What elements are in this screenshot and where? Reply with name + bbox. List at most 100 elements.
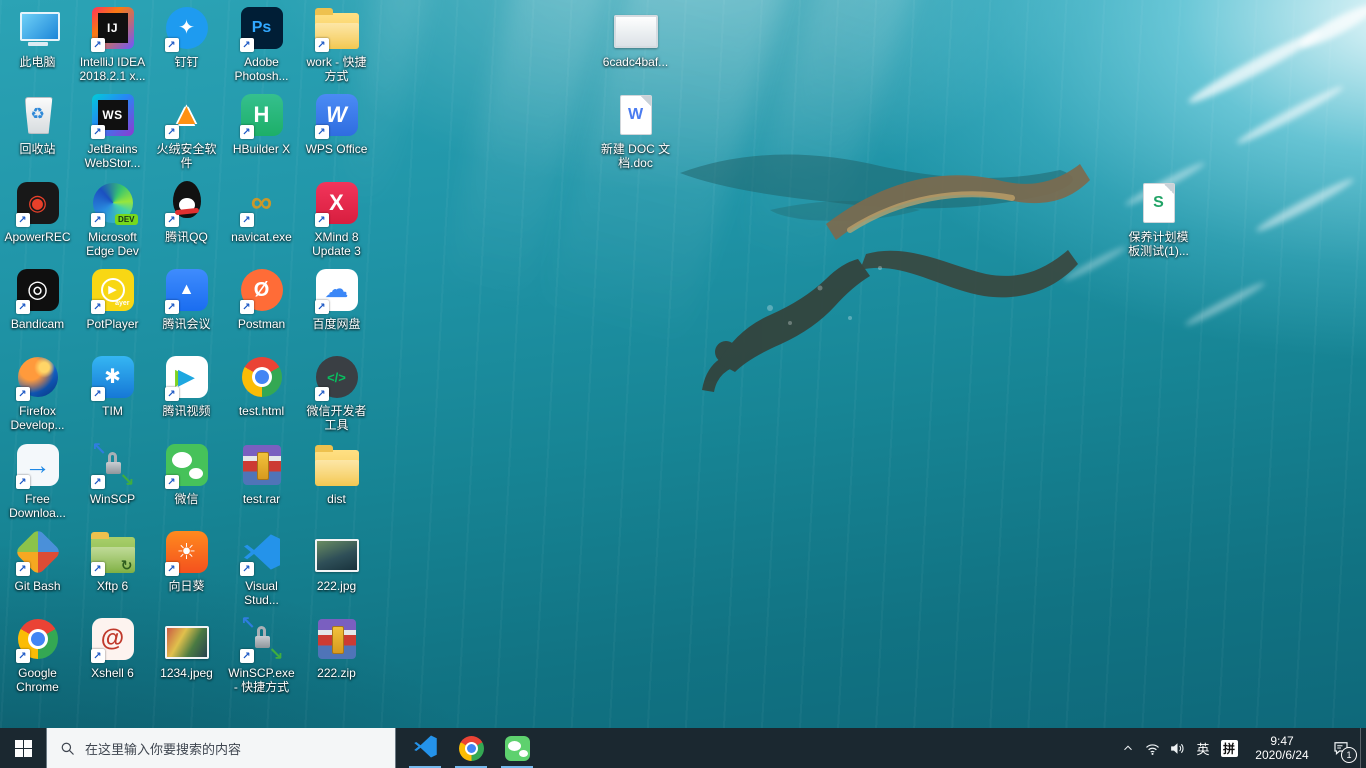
desktop-icon-this-pc[interactable]: 此电脑 [0,4,75,69]
desktop-icon-wps-office[interactable]: W↗WPS Office [299,91,374,156]
desktop-icon-maintenance-plan-template[interactable]: S保养计划模 板测试(1)... [1121,179,1196,258]
postman-icon: Ø↗ [238,266,286,314]
shortcut-arrow-icon: ↗ [165,562,179,576]
wifi-icon [1144,740,1161,757]
desktop-icon-tencent-qq[interactable]: ↗腾讯QQ [149,179,224,244]
desktop-icon-postman[interactable]: Ø↗Postman [224,266,299,331]
desktop-icon-xmind-8[interactable]: X↗XMind 8 Update 3 [299,179,374,258]
desktop-icon-label: 微信开发者 工具 [306,404,366,432]
baidu-netdisk-icon: ☁↗ [313,266,361,314]
xftp-6-icon: ↻↗ [89,528,137,576]
tray-clock[interactable]: 9:47 2020/6/24 [1242,728,1322,768]
tray-volume-button[interactable] [1165,728,1190,768]
hbuilder-x-icon: H↗ [238,91,286,139]
desktop-icon-adobe-photoshop[interactable]: Ps↗Adobe Photosh... [224,4,299,83]
desktop-icon-test-rar[interactable]: test.rar [224,441,299,506]
shortcut-arrow-icon: ↗ [16,300,30,314]
desktop-icon-label: 腾讯视频 [162,404,210,418]
tencent-qq-icon: ↗ [163,179,211,227]
desktop-icon-222-jpg[interactable]: 222.jpg [299,528,374,593]
1234-jpeg-icon [163,615,211,663]
shortcut-arrow-icon: ↗ [165,475,179,489]
new-doc-document-icon: W [612,91,660,139]
tray-ime-indicator[interactable]: 拼 [1216,728,1242,768]
recycle-bin-icon: ♻ [14,91,62,139]
shortcut-arrow-icon: ↗ [91,213,105,227]
desktop-icon-navicat[interactable]: ∞↗navicat.exe [224,179,299,244]
desktop-icon-tim[interactable]: ✱↗TIM [75,353,150,418]
wechat-devtools-icon: </>↗ [313,353,361,401]
desktop-icon-bandicam[interactable]: ◎↗Bandicam [0,266,75,331]
desktop-icon-xftp-6[interactable]: ↻↗Xftp 6 [75,528,150,593]
desktop-icon-label: Google Chrome [16,666,59,694]
desktop-icon-tencent-video[interactable]: ▶↗腾讯视频 [149,353,224,418]
tray-language-indicator[interactable]: 英 [1190,728,1216,768]
desktop-icon-firefox-developer[interactable]: ↗Firefox Develop... [0,353,75,432]
desktop-icon-hbuilder-x[interactable]: H↗ HBuilder X [224,91,299,156]
desktop-icon-intellij-idea[interactable]: IJ↗IntelliJ IDEA 2018.2.1 x... [75,4,150,83]
desktop-icon-jetbrains-webstorm[interactable]: WS↗ JetBrains WebStor... [75,91,150,170]
shortcut-arrow-icon: ↗ [315,300,329,314]
desktop-icon-apowerrec[interactable]: ◉↗ApowerREC [0,179,75,244]
desktop-icon-free-download-manager[interactable]: →↗Free Downloa... [0,441,75,520]
tencent-meeting-icon: ▲↗ [163,266,211,314]
dist-folder-icon [313,441,361,489]
desktop-icon-visual-studio-code[interactable]: ↗Visual Stud... [224,528,299,607]
desktop-icon-microsoft-edge-dev[interactable]: DEV↗Microsoft Edge Dev [75,179,150,258]
desktop-icon-test-html[interactable]: test.html [224,353,299,418]
desktop-icon-label: HBuilder X [233,142,290,156]
desktop-icon-tencent-meeting[interactable]: ▲↗腾讯会议 [149,266,224,331]
desktop-icon-recycle-bin[interactable]: ♻回收站 [0,91,75,156]
desktop-icon-label: Firefox Develop... [10,404,64,432]
desktop-icon-label: Xshell 6 [91,666,134,680]
jetbrains-webstorm-icon: WS↗ [89,91,137,139]
desktop-icon-winscp-exe-shortcut[interactable]: ↖↘↗WinSCP.exe - 快捷方式 [224,615,299,694]
222-jpg-icon [313,528,361,576]
desktop-icon-label: XMind 8 Update 3 [312,230,361,258]
show-desktop-button[interactable] [1360,728,1366,768]
desktop-icon-label: 6cadc4baf... [603,55,668,69]
tim-icon: ✱↗ [89,353,137,401]
desktop-icon-wechat-devtools[interactable]: </>↗ 微信开发者 工具 [299,353,374,432]
shortcut-arrow-icon: ↗ [315,213,329,227]
desktop-icon-dingtalk[interactable]: ✦↗钉钉 [149,4,224,69]
tray-wifi-button[interactable] [1140,728,1165,768]
desktop-icon-6cadc4baf[interactable]: 6cadc4baf... [598,4,673,69]
taskbar: 在这里输入你要搜索的内容 [0,728,1366,768]
desktop-icon-git-bash[interactable]: ↗Git Bash [0,528,75,593]
start-button[interactable] [0,728,46,768]
desktop-icon-sunlogin[interactable]: ☀↗向日葵 [149,528,224,593]
desktop-icon-label: ApowerREC [4,230,70,244]
taskbar-app-wechat[interactable] [494,728,540,768]
desktop-icon-222-zip[interactable]: 222.zip [299,615,374,680]
desktop-icon-label: WinSCP [90,492,135,506]
desktop-icon-google-chrome[interactable]: ↗Google Chrome [0,615,75,694]
taskbar-app-vscode[interactable] [402,728,448,768]
search-input[interactable]: 在这里输入你要搜索的内容 [46,728,396,768]
desktop-icon-new-doc-document[interactable]: W新建 DOC 文 档.doc [598,91,673,170]
tray-show-hidden-icons-button[interactable] [1115,728,1140,768]
taskbar-app-chrome[interactable] [448,728,494,768]
action-center-button[interactable]: 1 [1322,728,1360,768]
desktop-icon-label: 保养计划模 板测试(1)... [1128,230,1189,258]
desktop-icon-baidu-netdisk[interactable]: ☁↗百度网盘 [299,266,374,331]
pinned-apps [402,728,540,768]
shortcut-arrow-icon: ↗ [91,125,105,139]
shortcut-arrow-icon: ↗ [91,562,105,576]
desktop-icon-dist-folder[interactable]: dist [299,441,374,506]
shortcut-arrow-icon: ↗ [91,300,105,314]
desktop-icon-1234-jpeg[interactable]: 1234.jpeg [149,615,224,680]
desktop-icon-wechat[interactable]: ↗ 微信 [149,441,224,506]
shortcut-arrow-icon: ↗ [91,475,105,489]
desktop-icon-label: 1234.jpeg [160,666,213,680]
desktop-icon-xshell-6[interactable]: @↗Xshell 6 [75,615,150,680]
desktop-icon-winscp[interactable]: ↖↘↗WinSCP [75,441,150,506]
desktop-icon-label: JetBrains WebStor... [85,142,141,170]
system-tray: 英 拼 9:47 2020/6/24 1 [1115,728,1366,768]
desktop-icon-huorong-security[interactable]: ▲↗火绒安全软 件 [149,91,224,170]
desktop-icon-potplayer[interactable]: ▶ayer↗PotPlayer [75,266,150,331]
desktop-icon-work-folder[interactable]: ↗work - 快捷 方式 [299,4,374,83]
shortcut-arrow-icon: ↗ [165,125,179,139]
222-zip-icon [313,615,361,663]
desktop-icon-label: 微信 [174,492,198,506]
